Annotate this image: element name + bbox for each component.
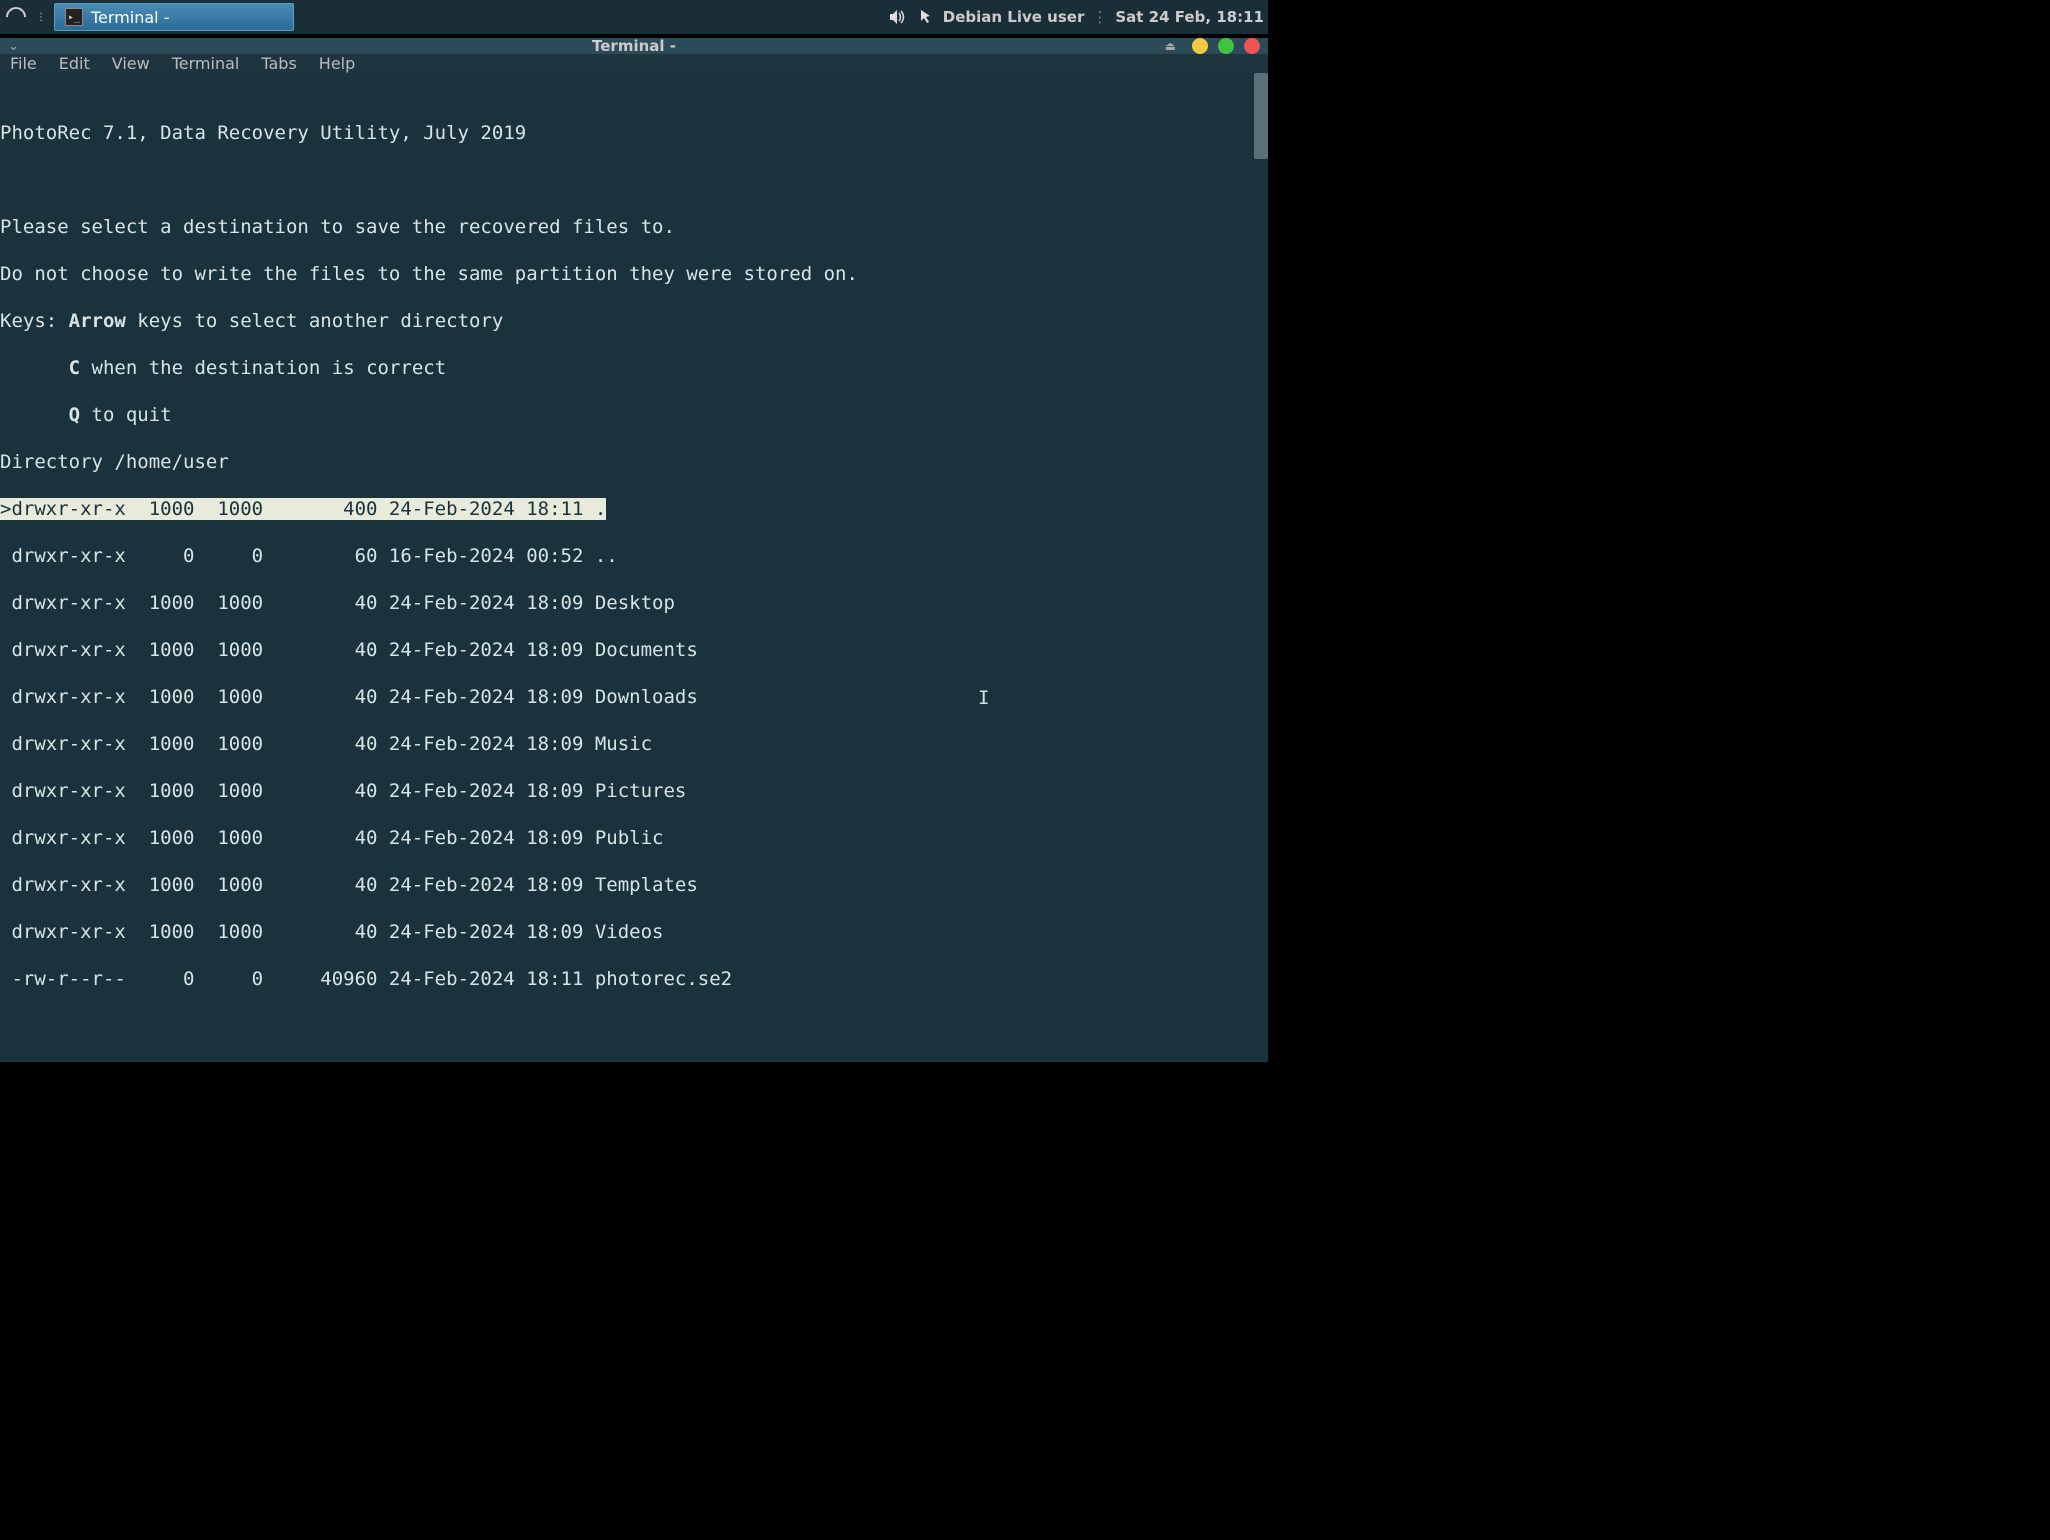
taskbar: ⋮ ▸_ Terminal - Debian Live user ⋮ Sat 2… — [0, 0, 1268, 34]
terminal-line: Q to quit — [0, 404, 1268, 428]
taskbar-separator: ⋮ — [1092, 8, 1107, 26]
minimize-button[interactable] — [1192, 38, 1208, 54]
close-button[interactable] — [1244, 38, 1260, 54]
dir-row[interactable]: drwxr-xr-x 1000 1000 40 24-Feb-2024 18:0… — [0, 827, 1268, 851]
terminal-line: Do not choose to write the files to the … — [0, 263, 1268, 287]
taskbar-right: Debian Live user ⋮ Sat 24 Feb, 18:11 — [887, 7, 1264, 27]
eject-icon[interactable]: ⏏ — [1165, 39, 1176, 53]
terminal-line — [0, 169, 1268, 193]
titlebar[interactable]: ⌄ Terminal - ⏏ — [0, 38, 1268, 54]
task-button-label: Terminal - — [91, 8, 169, 27]
terminal-icon: ▸_ — [65, 8, 83, 26]
taskbar-datetime: Sat 24 Feb, 18:11 — [1115, 8, 1264, 26]
terminal-line: PhotoRec 7.1, Data Recovery Utility, Jul… — [0, 122, 1268, 146]
dir-row[interactable]: drwxr-xr-x 1000 1000 40 24-Feb-2024 18:0… — [0, 686, 1268, 710]
titlebar-controls: ⏏ — [1165, 38, 1260, 54]
terminal-window: ⌄ Terminal - ⏏ File Edit View Terminal T… — [0, 38, 1268, 952]
dir-row[interactable]: drwxr-xr-x 1000 1000 40 24-Feb-2024 18:0… — [0, 639, 1268, 663]
menu-view[interactable]: View — [112, 54, 150, 73]
titlebar-arrow-icon[interactable]: ⌄ — [8, 39, 19, 54]
task-button-terminal[interactable]: ▸_ Terminal - — [54, 3, 294, 31]
dir-row-selected[interactable]: >drwxr-xr-x 1000 1000 400 24-Feb-2024 18… — [0, 498, 1268, 522]
dir-row[interactable]: drwxr-xr-x 1000 1000 40 24-Feb-2024 18:0… — [0, 874, 1268, 898]
volume-icon[interactable] — [887, 7, 907, 27]
taskbar-left: ⋮ ▸_ Terminal - — [4, 3, 294, 31]
debian-logo-icon[interactable] — [4, 5, 28, 29]
menu-edit[interactable]: Edit — [59, 54, 90, 73]
maximize-button[interactable] — [1218, 38, 1234, 54]
terminal-line: Keys: Arrow keys to select another direc… — [0, 310, 1268, 334]
dir-row[interactable]: drwxr-xr-x 1000 1000 40 24-Feb-2024 18:0… — [0, 780, 1268, 804]
window-title: Terminal - — [592, 37, 676, 55]
menu-help[interactable]: Help — [319, 54, 355, 73]
text-cursor-icon: I — [978, 687, 989, 711]
mouse-icon[interactable] — [915, 7, 935, 27]
terminal-line: C when the destination is correct — [0, 357, 1268, 381]
terminal-line: Please select a destination to save the … — [0, 216, 1268, 240]
terminal-line: Directory /home/user — [0, 451, 1268, 475]
menubar: File Edit View Terminal Tabs Help — [0, 54, 1268, 73]
dir-row[interactable]: drwxr-xr-x 1000 1000 40 24-Feb-2024 18:0… — [0, 592, 1268, 616]
dir-row[interactable]: -rw-r--r-- 0 0 40960 24-Feb-2024 18:11 p… — [0, 968, 1268, 992]
dir-row[interactable]: drwxr-xr-x 1000 1000 40 24-Feb-2024 18:0… — [0, 921, 1268, 945]
dir-row[interactable]: drwxr-xr-x 0 0 60 16-Feb-2024 00:52 .. — [0, 545, 1268, 569]
menu-tabs[interactable]: Tabs — [261, 54, 296, 73]
scrollbar[interactable] — [1254, 73, 1268, 159]
menu-file[interactable]: File — [10, 54, 37, 73]
terminal-body[interactable]: PhotoRec 7.1, Data Recovery Utility, Jul… — [0, 73, 1268, 1062]
menu-terminal[interactable]: Terminal — [172, 54, 240, 73]
taskbar-user-text: Debian Live user — [943, 8, 1085, 26]
dir-row[interactable]: drwxr-xr-x 1000 1000 40 24-Feb-2024 18:0… — [0, 733, 1268, 757]
menu-dots-icon[interactable]: ⋮ — [32, 8, 50, 26]
